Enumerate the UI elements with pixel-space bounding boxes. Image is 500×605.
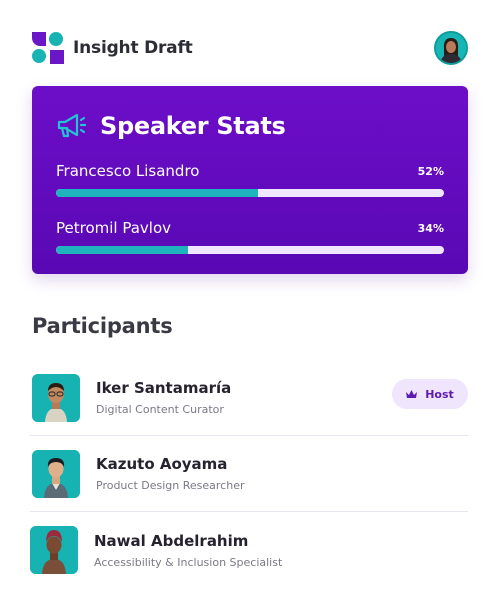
speaker-progress-fill [56,246,188,254]
participant-item[interactable]: Iker Santamaría Digital Content Curator … [30,360,468,436]
participant-photo-icon [32,449,80,498]
speaker-name: Petromil Pavlov [56,219,172,237]
participant-avatar [32,449,80,498]
brand[interactable]: Insight Draft [32,32,193,64]
speaker-stats-header: Speaker Stats [56,108,444,144]
participant-role: Product Design Researcher [96,479,245,492]
app-name: Insight Draft [73,38,193,58]
speaker-progress-track [56,189,444,197]
participants-list: Iker Santamaría Digital Content Curator … [30,360,468,588]
participants-title: Participants [32,314,173,338]
megaphone-icon [57,113,86,138]
speaker-percent: 34% [417,222,444,235]
speaker-stat-row: Petromil Pavlov 34% [56,215,444,254]
host-badge: Host [392,379,468,409]
participant-name: Nawal Abdelrahim [94,531,249,550]
speaker-stats-title: Speaker Stats [100,112,286,140]
participant-photo-icon [30,526,78,574]
host-badge-label: Host [425,387,454,401]
speaker-progress-fill [56,189,258,197]
speaker-stat-row: Francesco Lisandro 52% [56,158,444,197]
participant-avatar [32,373,80,422]
crown-icon [406,389,418,398]
participant-role: Accessibility & Inclusion Specialist [94,555,283,569]
participant-item[interactable]: Kazuto Aoyama Product Design Researcher [30,436,468,512]
participant-photo-icon [32,373,80,422]
participant-avatar [30,526,78,574]
app-header: Insight Draft [32,30,468,66]
participant-item[interactable]: Nawal Abdelrahim Accessibility & Inclusi… [30,512,468,588]
user-avatar[interactable] [434,31,468,65]
speaker-progress-track [56,246,444,254]
participant-name: Iker Santamaría [96,379,232,397]
participant-name: Kazuto Aoyama [96,455,228,473]
insight-draft-logo-icon [32,32,64,64]
participant-role: Digital Content Curator [96,403,224,416]
user-avatar-icon [436,33,466,63]
speaker-stats-card: Speaker Stats Francesco Lisandro 52% Pet… [32,86,468,274]
speaker-percent: 52% [417,165,444,178]
speaker-name: Francesco Lisandro [56,162,200,180]
